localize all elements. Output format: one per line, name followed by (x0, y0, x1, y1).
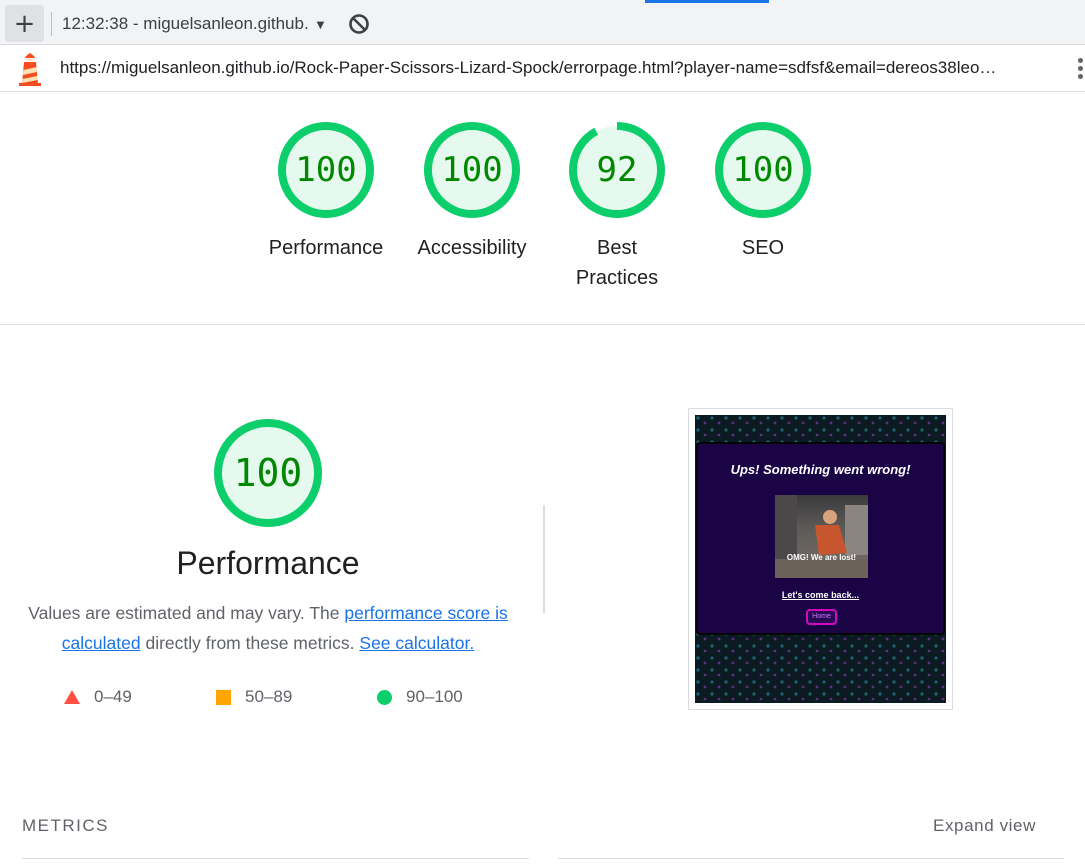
performance-description: Values are estimated and may vary. The p… (20, 598, 516, 658)
metrics-heading: METRICS (22, 816, 109, 835)
metrics-divider-left (22, 858, 529, 859)
gif-caption: OMG! We are lost! (786, 553, 857, 562)
gauge-label: Accessibility (417, 237, 527, 259)
come-back-link: Let's come back... (781, 590, 860, 600)
performance-score-gauge: 100 (212, 417, 324, 529)
toolbar-separator (51, 12, 52, 36)
expand-view-toggle[interactable]: Expand view (933, 816, 1036, 836)
page-url: https://miguelsanleon.github.io/Rock-Pap… (60, 58, 997, 77)
gauge-label: SEO (741, 237, 785, 259)
active-tab-indicator (645, 0, 769, 3)
person-figure (775, 495, 868, 578)
final-screenshot[interactable]: Ups! Something went wrong! OMG! We are l… (688, 408, 953, 710)
gauge-seo[interactable]: 100 SEO (698, 121, 828, 263)
section-divider (543, 505, 545, 613)
report-toolbar: + 12:32:38 - miguelsanleon.github.io ▼ (0, 0, 1085, 45)
metrics-divider-right (558, 858, 1064, 859)
gauge-score: 100 (732, 150, 794, 190)
description-text: Values are estimated and may vary. The (28, 603, 345, 623)
url-bar: https://miguelsanleon.github.io/Rock-Pap… (0, 46, 1085, 92)
home-button: Home (806, 609, 837, 625)
error-heading: Ups! Something went wrong! (730, 462, 911, 477)
gauge-performance[interactable]: 100 Performance (261, 121, 391, 263)
more-options-icon[interactable] (1078, 56, 1085, 82)
gauge-score: 100 (295, 150, 357, 190)
triangle-icon (64, 690, 80, 704)
legend-average: 50–89 (216, 686, 292, 708)
gauge-best-practices[interactable]: 92 Best Practices (552, 121, 682, 293)
legend-range: 50–89 (245, 687, 293, 706)
gauge-label: Best Practices (575, 237, 659, 289)
gauge-score: 92 (596, 150, 638, 190)
see-calculator-link[interactable]: See calculator. (359, 633, 474, 653)
legend-range: 90–100 (406, 687, 463, 706)
gauge-accessibility[interactable]: 100 Accessibility (407, 121, 537, 263)
plus-icon: + (13, 8, 36, 39)
report-selector[interactable]: 12:32:38 - miguelsanleon.github.io ▼ (62, 8, 336, 40)
legend-range: 0–49 (94, 687, 132, 706)
lighthouse-logo-icon (19, 53, 41, 86)
circle-icon (377, 689, 392, 705)
error-card: Ups! Something went wrong! OMG! We are l… (696, 442, 945, 635)
gauge-score: 100 (441, 150, 503, 190)
legend-fail: 0–49 (64, 686, 132, 708)
error-gif-image: OMG! We are lost! (775, 495, 868, 578)
gauge-label: Performance (268, 237, 384, 259)
screenshot-canvas: Ups! Something went wrong! OMG! We are l… (695, 415, 946, 703)
legend-pass: 90–100 (377, 686, 463, 708)
score-summary: 100 Performance 100 Accessibility 92 Bes… (0, 93, 1085, 325)
square-icon (216, 689, 231, 705)
performance-title: Performance (176, 545, 360, 581)
performance-score: 100 (233, 451, 303, 495)
dropdown-arrow-icon: ▼ (314, 16, 327, 32)
description-text: directly from these metrics. (140, 633, 360, 653)
clear-block-icon[interactable] (347, 12, 371, 36)
new-report-button[interactable]: + (5, 5, 44, 42)
report-selector-text: 12:32:38 - miguelsanleon.github.io (62, 14, 308, 33)
